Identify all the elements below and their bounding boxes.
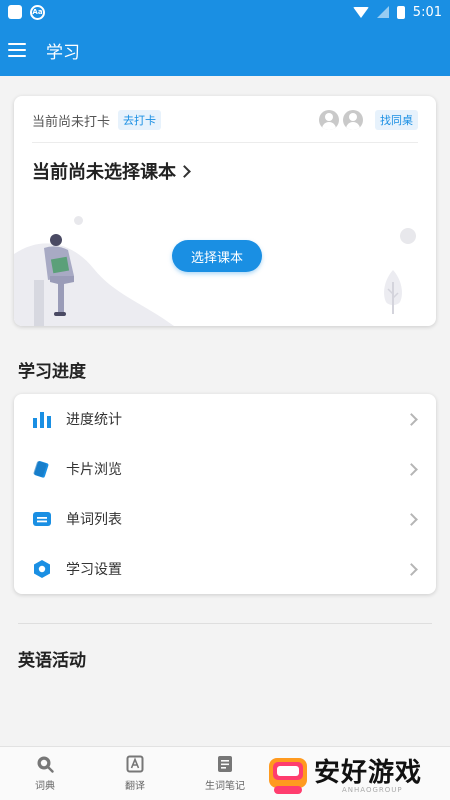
chevron-right-icon: [405, 462, 418, 476]
list-item-label: 学习设置: [66, 562, 122, 578]
battery-icon: [396, 5, 405, 19]
list-item-label: 卡片浏览: [66, 462, 122, 478]
divider: [32, 142, 418, 143]
textbook-title: 当前尚未选择课本: [32, 162, 176, 183]
tab-dictionary[interactable]: 词典: [15, 755, 75, 792]
settings-icon: [32, 559, 52, 579]
wifi-icon: [352, 6, 369, 18]
page-title: 学习: [46, 42, 80, 63]
chevron-right-icon: [405, 512, 418, 526]
site-watermark: 安好游戏 ANHAOGROUP: [266, 750, 450, 800]
textbook-title-link[interactable]: 当前尚未选择课本: [32, 158, 191, 184]
section-divider: [18, 623, 432, 624]
word-list-icon: [32, 509, 52, 529]
checkin-status: 当前尚未打卡: [32, 114, 111, 130]
study-settings-item[interactable]: 学习设置: [14, 544, 436, 594]
list-item-label: 单词列表: [66, 512, 122, 528]
status-time: 5:01: [412, 4, 442, 20]
translate-icon: [126, 755, 144, 773]
signal-icon: [376, 6, 389, 18]
activities-section-title: 英语活动: [18, 651, 86, 671]
tab-label: 生词笔记: [205, 781, 245, 792]
decor-dot: [74, 216, 83, 225]
chevron-right-icon: [178, 164, 191, 178]
progress-section-title: 学习进度: [18, 362, 86, 382]
app-notification-icon: [8, 5, 22, 19]
tab-translate[interactable]: 翻译: [105, 755, 165, 792]
card-browse-item[interactable]: 卡片浏览: [14, 444, 436, 494]
avatar: [343, 110, 363, 130]
list-item-label: 进度统计: [66, 412, 122, 428]
word-list-item[interactable]: 单词列表: [14, 494, 436, 544]
chevron-right-icon: [405, 412, 418, 426]
chevron-right-icon: [405, 562, 418, 576]
tab-label: 翻译: [125, 781, 145, 792]
checkin-row: 当前尚未打卡 去打卡 找同桌: [32, 110, 418, 130]
tab-label: 词典: [35, 781, 55, 792]
partner-avatars: [319, 110, 363, 130]
select-textbook-button[interactable]: 选择课本: [172, 240, 262, 272]
menu-icon[interactable]: [8, 43, 26, 57]
dictionary-icon: [36, 755, 54, 773]
search-badge-icon: Aa: [30, 4, 45, 20]
watermark-text: 安好游戏: [314, 758, 423, 788]
notes-icon: [216, 755, 234, 773]
cards-icon: [32, 459, 52, 479]
progress-list: 进度统计 卡片浏览 单词列表 学习设置: [14, 394, 436, 594]
decor-dot: [400, 228, 416, 244]
game-controller-logo-icon: [269, 758, 307, 794]
tab-notes[interactable]: 生词笔记: [195, 755, 255, 792]
watermark-subtext: ANHAOGROUP: [342, 786, 403, 794]
checkin-button[interactable]: 去打卡: [118, 110, 162, 130]
find-partner-button[interactable]: 找同桌: [375, 110, 418, 130]
textbook-card: 当前尚未打卡 去打卡 找同桌 当前尚未选择课本 选择课本: [14, 96, 436, 326]
reading-person-illustration: [14, 234, 174, 326]
app-bar: 学习: [0, 24, 450, 76]
status-bar: Aa 5:01: [0, 0, 450, 24]
tree-icon: [384, 270, 402, 314]
progress-stats-item[interactable]: 进度统计: [14, 394, 436, 444]
avatar: [319, 110, 339, 130]
bar-chart-icon: [32, 409, 52, 429]
